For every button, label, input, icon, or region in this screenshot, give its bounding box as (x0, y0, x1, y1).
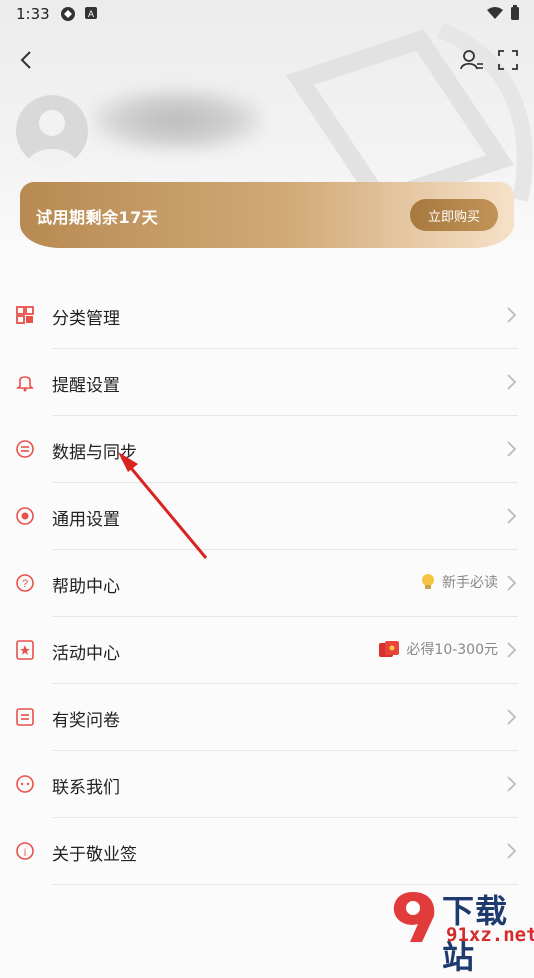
top-nav (0, 40, 534, 80)
menu-item-help-center[interactable]: ? 帮助中心 新手必读 (0, 550, 534, 617)
chevron-right-icon (507, 441, 517, 457)
status-bar: 1:33 A (0, 0, 534, 30)
red-envelope-icon (379, 641, 400, 657)
menu-item-reminder[interactable]: 提醒设置 (0, 349, 534, 416)
menu-item-category[interactable]: 分类管理 (0, 282, 534, 349)
menu-item-about[interactable]: i 关于敬业签 (0, 818, 534, 885)
menu-extra: 新手必读 (420, 572, 498, 592)
status-time: 1:33 (16, 5, 50, 23)
chevron-right-icon (507, 642, 517, 658)
trial-remaining-text: 试用期剩余17天 (36, 208, 159, 227)
activity-extra-text: 必得10-300元 (406, 642, 498, 658)
menu-label: 分类管理 (52, 309, 120, 329)
svg-text:i: i (23, 847, 26, 859)
menu-label: 数据与同步 (52, 443, 137, 463)
svg-text:A: A (88, 9, 94, 19)
chevron-right-icon (507, 374, 517, 390)
menu-label: 提醒设置 (52, 376, 120, 396)
default-avatar-icon (26, 110, 78, 167)
settings-circle-icon (14, 505, 36, 527)
info-icon: i (14, 840, 36, 862)
trial-banner: 试用期剩余17天 立即购买 (20, 182, 514, 248)
a-notification-icon: A (85, 7, 97, 19)
app-notification-icon (61, 7, 75, 21)
bell-icon (14, 371, 36, 393)
profile-settings-button[interactable] (458, 46, 486, 74)
sync-icon (14, 438, 36, 460)
chat-icon (14, 773, 36, 795)
menu-item-activity-center[interactable]: 活动中心 必得10-300元 (0, 617, 534, 684)
user-icon (460, 50, 483, 70)
chevron-right-icon (507, 508, 517, 524)
category-icon (14, 304, 36, 326)
chevron-right-icon (507, 843, 517, 859)
fullscreen-icon (498, 50, 518, 70)
chevron-right-icon (507, 709, 517, 725)
svg-text:?: ? (22, 578, 28, 590)
menu-label: 有奖问卷 (52, 711, 120, 731)
wifi-icon (487, 7, 503, 19)
watermark-url: 91xz.net (446, 924, 534, 946)
chevron-right-icon (507, 776, 517, 792)
watermark-logo (393, 892, 435, 942)
menu-label: 帮助中心 (52, 577, 120, 597)
menu-item-survey[interactable]: 有奖问卷 (0, 684, 534, 751)
battery-icon (511, 5, 519, 20)
help-icon: ? (14, 572, 36, 594)
back-button[interactable] (12, 46, 40, 74)
menu-item-general-settings[interactable]: 通用设置 (0, 483, 534, 550)
username-blurred (92, 88, 262, 152)
chevron-right-icon (507, 307, 517, 323)
survey-icon (14, 706, 36, 728)
back-arrow-icon (20, 51, 31, 69)
menu-label: 关于敬业签 (52, 845, 137, 865)
help-extra-text: 新手必读 (442, 575, 498, 591)
lightbulb-icon (422, 574, 434, 589)
menu-label: 联系我们 (52, 778, 120, 798)
menu-label: 通用设置 (52, 510, 120, 530)
buy-now-button[interactable]: 立即购买 (410, 199, 498, 231)
menu-label: 活动中心 (52, 644, 120, 664)
fullscreen-button[interactable] (494, 46, 522, 74)
settings-menu: 分类管理 提醒设置 数据与同步 通用设置 ? 帮助中心 新手必读 活动中心 必得… (0, 282, 534, 885)
avatar[interactable] (16, 95, 88, 167)
menu-item-data-sync[interactable]: 数据与同步 (0, 416, 534, 483)
menu-item-contact-us[interactable]: 联系我们 (0, 751, 534, 818)
activity-icon (14, 639, 36, 661)
chevron-right-icon (507, 575, 517, 591)
watermark: 下载站 91xz.net (380, 884, 534, 976)
menu-extra: 必得10-300元 (378, 639, 498, 659)
